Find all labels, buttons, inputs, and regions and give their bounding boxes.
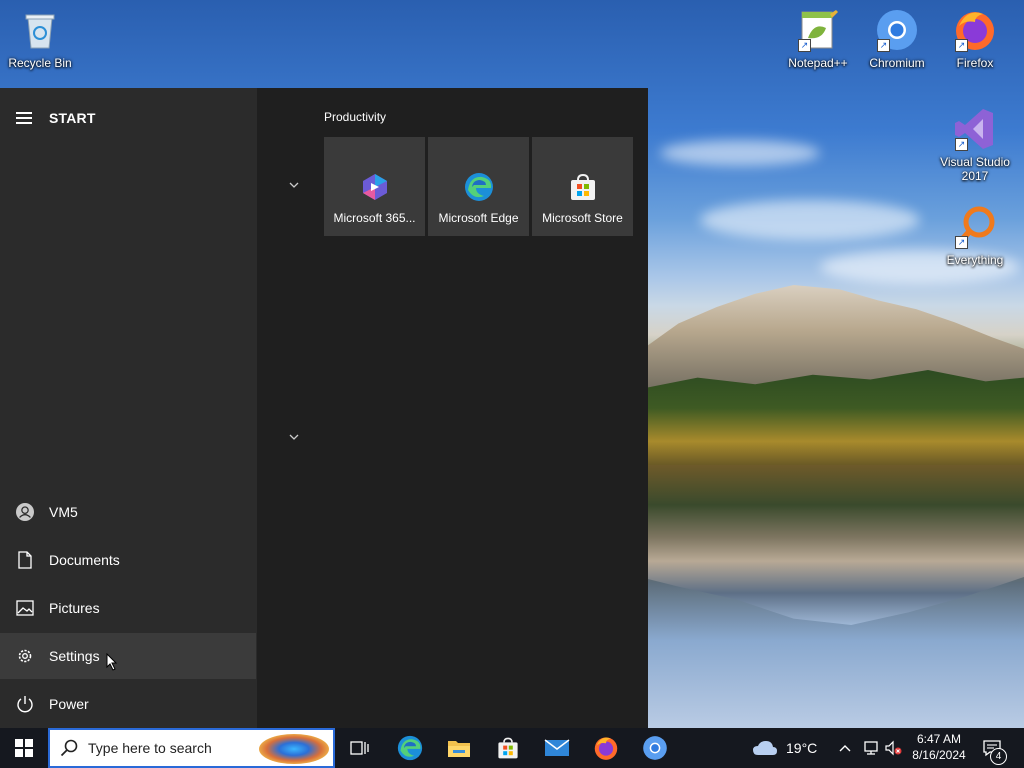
sidebar-item-label: Documents (49, 552, 120, 568)
clock-date: 8/16/2024 (912, 748, 966, 762)
clock-time: 6:47 AM (916, 732, 962, 746)
start-menu: START VM5 Documents Pictures Settings Po… (0, 88, 648, 728)
taskbar: Type here to search 19°C 6:47 AM 8/16/20… (0, 728, 1024, 768)
desktop-icon-recycle-bin[interactable]: Recycle Bin (0, 8, 80, 70)
search-icon (60, 739, 78, 757)
start-title: START (49, 110, 96, 126)
wallpaper-cloud (700, 200, 920, 240)
gear-icon (16, 647, 34, 665)
sidebar-item-label: Pictures (49, 600, 100, 616)
store-icon (570, 173, 595, 200)
desktop-icon-chromium[interactable]: ↗ Chromium (857, 8, 937, 70)
desktop-icon-everything[interactable]: ↗ Everything (935, 205, 1015, 267)
weather-temperature: 19°C (786, 740, 818, 756)
pictures-icon (16, 599, 34, 617)
shortcut-arrow-icon: ↗ (877, 39, 890, 52)
hamburger-menu-icon[interactable] (16, 112, 32, 124)
search-placeholder: Type here to search (88, 740, 212, 756)
shortcut-arrow-icon: ↗ (955, 138, 968, 151)
taskbar-file-explorer[interactable] (435, 728, 483, 768)
taskbar-chromium[interactable] (631, 728, 679, 768)
task-view-button[interactable] (336, 728, 384, 768)
tile-label: Microsoft Edge (438, 211, 519, 225)
task-view-icon (350, 741, 369, 755)
search-highlight-image (259, 734, 329, 764)
chevron-up-icon (839, 745, 851, 752)
desktop-icon-visual-studio[interactable]: ↗ Visual Studio 2017 (935, 107, 1015, 183)
firefox-icon (594, 737, 618, 760)
sidebar-item-power[interactable]: Power (0, 681, 256, 727)
shortcut-arrow-icon: ↗ (955, 236, 968, 249)
desktop-icon-label: Everything (946, 253, 1004, 267)
wallpaper-cloud (660, 140, 820, 166)
start-sidebar: START VM5 Documents Pictures Settings Po… (0, 88, 257, 728)
desktop-icon-label: Notepad++ (788, 56, 848, 70)
network-status-button[interactable] (862, 728, 880, 768)
power-icon (16, 695, 34, 713)
start-header: START (16, 108, 96, 128)
mouse-cursor-icon (106, 653, 118, 671)
desktop-icon-label: Chromium (869, 56, 925, 70)
show-hidden-icons-button[interactable] (838, 728, 852, 768)
sidebar-item-label: VM5 (49, 504, 78, 520)
user-icon (16, 503, 34, 521)
weather-widget[interactable]: 19°C (752, 728, 817, 768)
sidebar-item-pictures[interactable]: Pictures (0, 585, 256, 631)
windows-logo-icon (15, 739, 33, 757)
tile-group-title: Productivity (324, 110, 387, 124)
tile-microsoft-store[interactable]: Microsoft Store (532, 137, 633, 236)
chromium-icon: ↗ (875, 8, 919, 52)
everything-search-icon: ↗ (953, 205, 997, 249)
tile-label: Microsoft Store (542, 211, 623, 225)
taskbar-microsoft-store[interactable] (484, 728, 532, 768)
network-icon (864, 741, 878, 755)
firefox-icon: ↗ (953, 8, 997, 52)
chevron-down-icon[interactable] (288, 179, 300, 191)
tile-microsoft-edge[interactable]: Microsoft Edge (428, 137, 529, 236)
cloud-icon (753, 741, 777, 755)
desktop-icon-label: Firefox (956, 56, 994, 70)
notification-count-badge: 4 (990, 748, 1007, 765)
tile-label: Microsoft 365... (333, 211, 416, 225)
volume-button[interactable] (884, 728, 902, 768)
sidebar-item-settings[interactable]: Settings (0, 633, 256, 679)
desktop-icon-firefox[interactable]: ↗ Firefox (935, 8, 1015, 70)
start-button[interactable] (0, 728, 48, 768)
taskbar-edge[interactable] (386, 728, 434, 768)
wallpaper-lake-reflection (640, 465, 1024, 625)
taskbar-firefox[interactable] (582, 728, 630, 768)
sidebar-item-label: Power (49, 696, 89, 712)
chromium-icon (643, 736, 667, 760)
taskbar-clock[interactable]: 6:47 AM 8/16/2024 (904, 731, 974, 763)
taskbar-search-box[interactable]: Type here to search (48, 728, 335, 768)
desktop-icon-label: Recycle Bin (8, 56, 72, 70)
sidebar-item-label: Settings (49, 648, 100, 664)
microsoft-365-icon (362, 174, 387, 200)
wallpaper-forest (640, 370, 1024, 465)
sidebar-item-documents[interactable]: Documents (0, 537, 256, 583)
store-icon (498, 737, 518, 759)
tile-microsoft-365[interactable]: Microsoft 365... (324, 137, 425, 236)
desktop-icon-label: Visual Studio 2017 (940, 155, 1010, 183)
folder-icon (448, 741, 470, 757)
edge-icon (397, 735, 423, 761)
shortcut-arrow-icon: ↗ (798, 39, 811, 52)
notepadpp-icon: ↗ (796, 8, 840, 52)
visual-studio-icon: ↗ (953, 107, 997, 151)
edge-icon (464, 173, 493, 201)
sidebar-item-account[interactable]: VM5 (0, 489, 256, 535)
volume-muted-icon (885, 740, 902, 756)
action-center-button[interactable]: 4 (982, 728, 1007, 768)
chevron-down-icon[interactable] (288, 431, 300, 443)
mail-icon (544, 739, 570, 756)
recycle-bin-icon (18, 8, 62, 52)
shortcut-arrow-icon: ↗ (955, 39, 968, 52)
taskbar-mail[interactable] (533, 728, 581, 768)
document-icon (16, 551, 34, 569)
desktop-icon-notepadpp[interactable]: ↗ Notepad++ (778, 8, 858, 70)
